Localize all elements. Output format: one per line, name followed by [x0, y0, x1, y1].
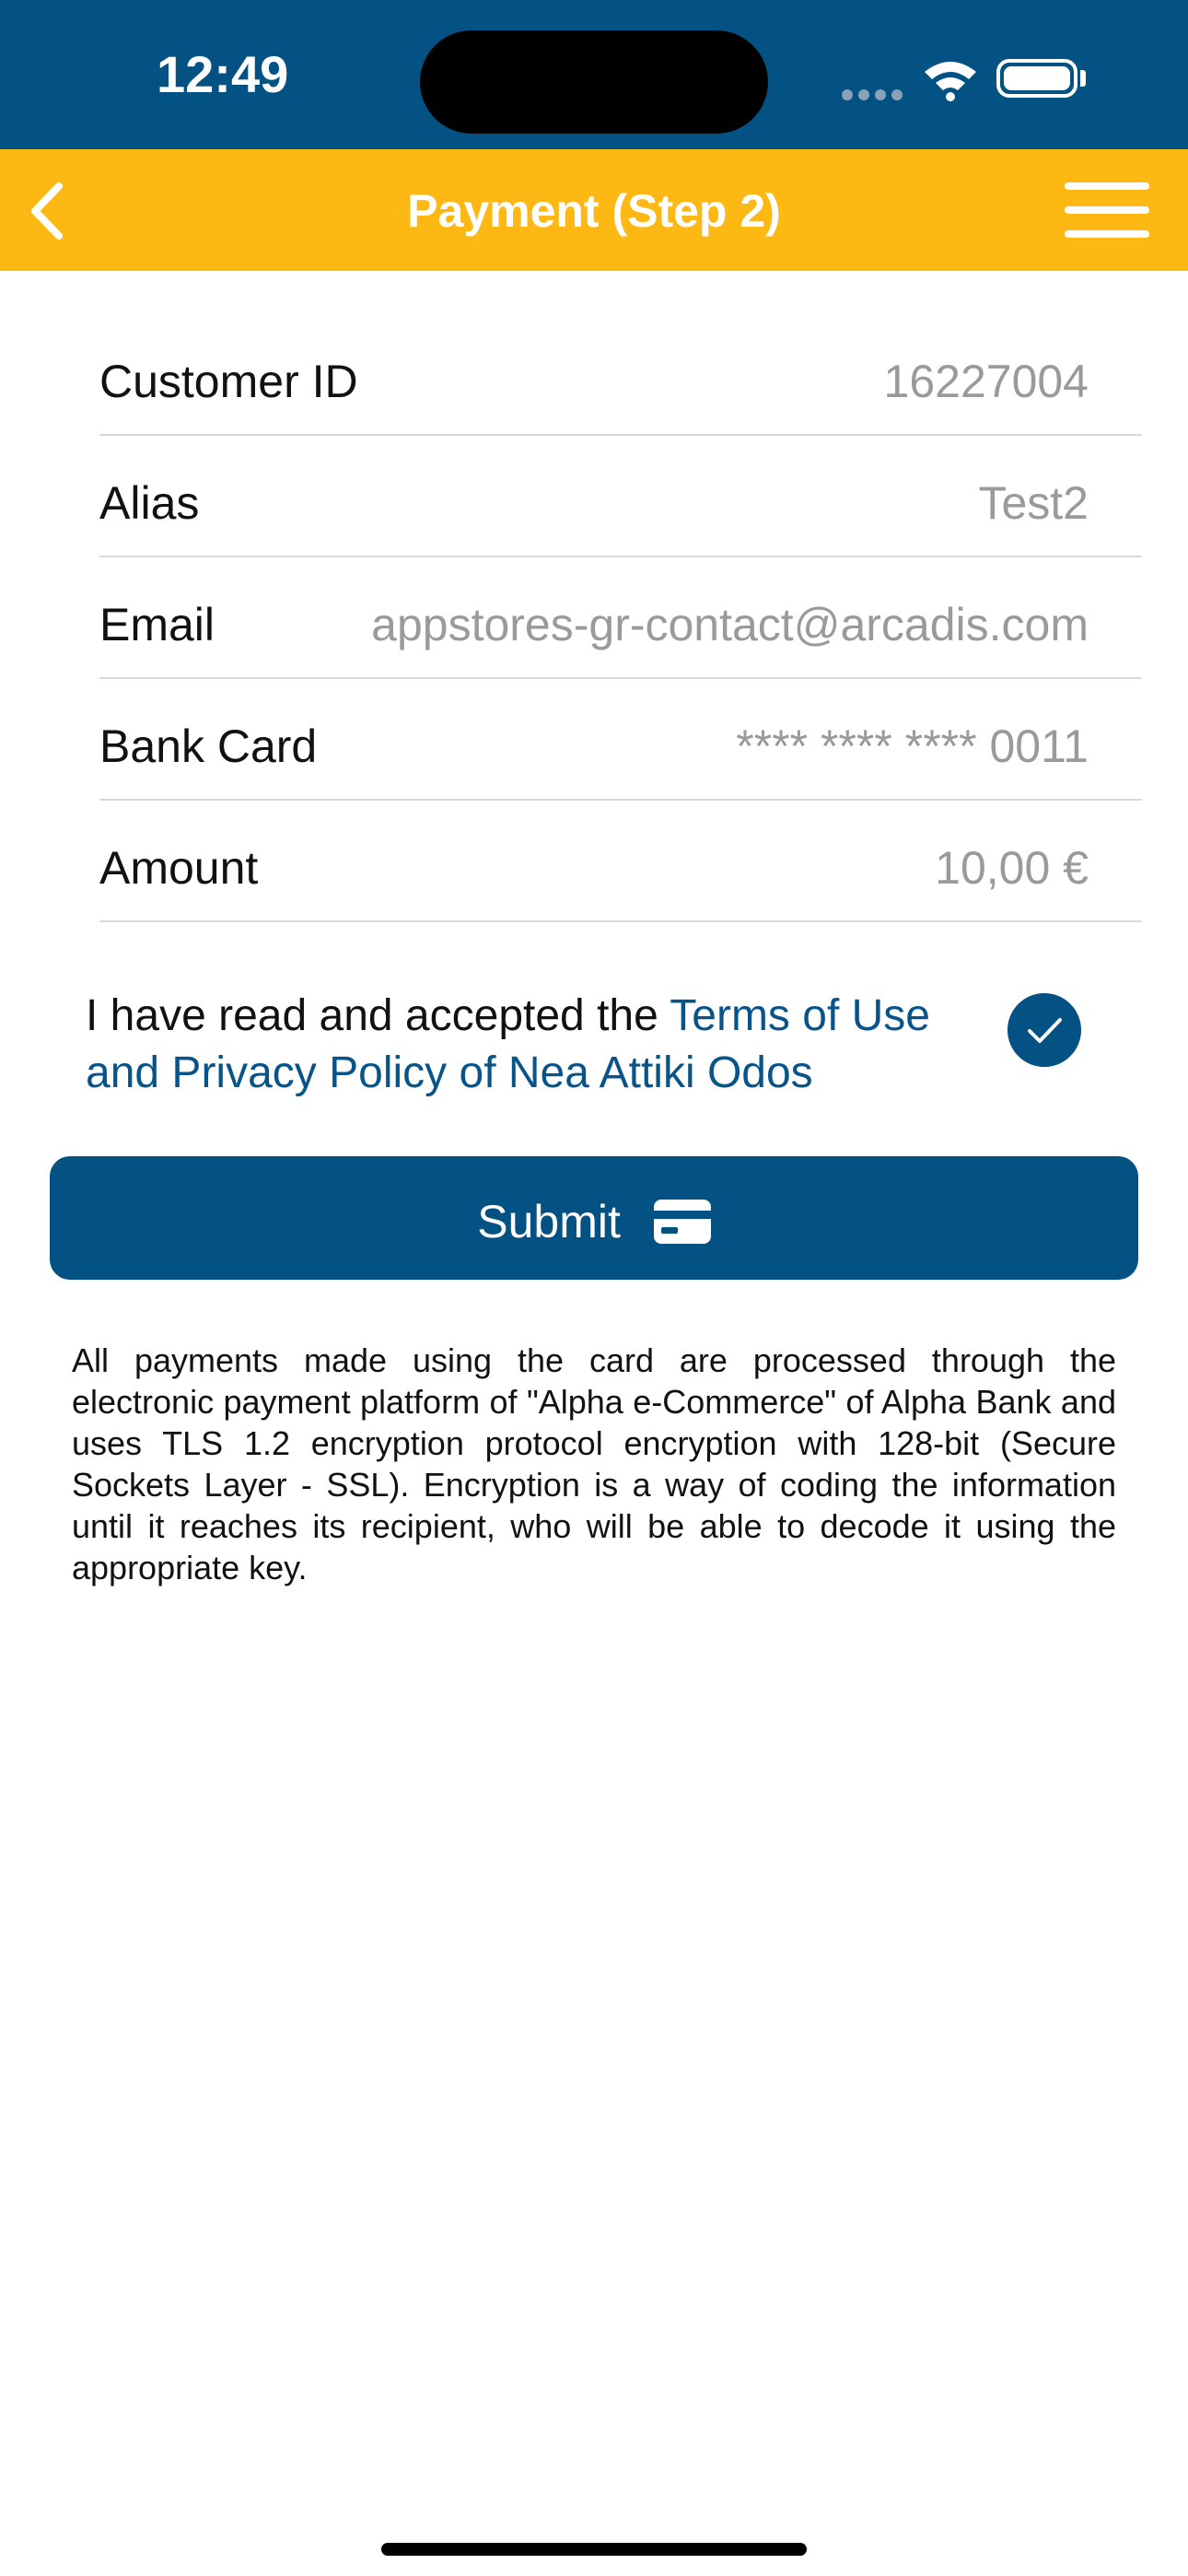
detail-value: 16227004 — [883, 356, 1089, 407]
home-indicator — [381, 2543, 807, 2556]
page-title: Payment (Step 2) — [407, 185, 781, 237]
submit-button[interactable]: Submit — [50, 1156, 1138, 1280]
hamburger-menu-icon[interactable] — [1065, 182, 1149, 238]
status-bar: 12:49 — [0, 0, 1188, 149]
battery-tip — [1080, 70, 1086, 87]
detail-label: Amount — [99, 842, 259, 894]
detail-row-email: Email appstores-gr-contact@arcadis.com — [99, 557, 1142, 679]
detail-label: Email — [99, 599, 215, 650]
detail-label: Bank Card — [99, 720, 318, 772]
status-time: 12:49 — [157, 45, 289, 103]
terms-checkbox-checked-icon[interactable] — [1007, 993, 1081, 1067]
dynamic-island — [420, 30, 768, 134]
battery-icon — [996, 59, 1077, 98]
payment-security-notice: All payments made using the card are pro… — [72, 1341, 1116, 1587]
terms-prefix: I have read and accepted the — [86, 991, 670, 1040]
detail-label: Customer ID — [99, 356, 358, 407]
detail-value: 10,00 € — [935, 842, 1089, 894]
detail-value: appstores-gr-contact@arcadis.com — [371, 599, 1089, 650]
app-header: Payment (Step 2) — [0, 149, 1188, 271]
detail-value: **** **** **** 0011 — [736, 720, 1089, 772]
detail-row-alias: Alias Test2 — [99, 436, 1142, 557]
detail-row-amount: Amount 10,00 € — [99, 801, 1142, 922]
submit-button-content: Submit — [50, 1191, 1138, 1248]
detail-row-customer-id: Customer ID 16227004 — [99, 314, 1142, 436]
detail-label: Alias — [99, 477, 200, 529]
detail-value: Test2 — [978, 477, 1089, 529]
credit-card-icon — [653, 1199, 711, 1244]
wifi-icon — [925, 62, 976, 101]
detail-row-bank-card: Bank Card **** **** **** 0011 — [99, 679, 1142, 801]
terms-acceptance-text: I have read and accepted the Terms of Us… — [86, 988, 970, 1102]
submit-label: Submit — [477, 1195, 621, 1247]
cellular-signal-icon — [842, 88, 908, 105]
